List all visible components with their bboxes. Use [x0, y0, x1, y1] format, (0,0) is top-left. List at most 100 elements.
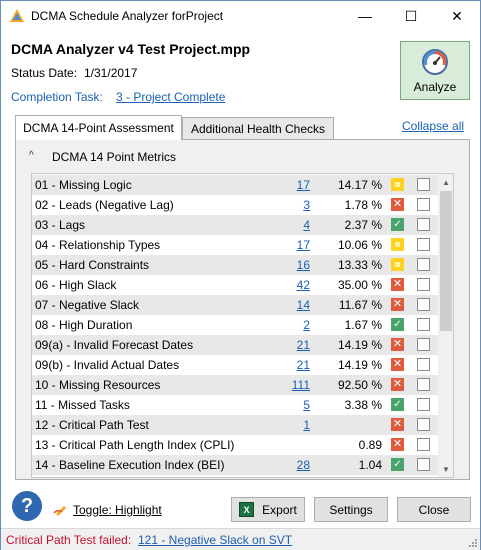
metric-checkbox[interactable] — [417, 278, 430, 291]
metric-percent: 14.17 % — [337, 178, 382, 192]
maximize-button[interactable]: ☐ — [388, 1, 434, 31]
metric-percent: 11.67 % — [338, 298, 382, 312]
analyze-button[interactable]: Analyze — [400, 41, 470, 100]
metric-checkbox[interactable] — [417, 178, 430, 191]
metric-count-link[interactable]: 28 — [297, 458, 310, 472]
scroll-up-arrow-icon[interactable]: ▲ — [438, 174, 453, 190]
table-row[interactable]: 12 - Critical Path Test 1 ✕ — [32, 415, 438, 435]
table-row[interactable]: 06 - High Slack 42 35.00 % ✕ — [32, 275, 438, 295]
metric-percent: 0.89 — [358, 438, 382, 452]
close-button[interactable]: Close — [397, 497, 471, 522]
status-date-value: 1/31/2017 — [84, 66, 138, 80]
table-row[interactable]: 01 - Missing Logic 17 14.17 % — [32, 175, 438, 195]
metric-label: 11 - Missed Tasks — [35, 398, 130, 412]
fail-status-icon: ✕ — [391, 438, 404, 451]
metric-label: 07 - Negative Slack — [35, 298, 140, 312]
settings-button[interactable]: Settings — [314, 497, 388, 522]
metric-count-link[interactable]: 3 — [303, 198, 310, 212]
metric-label: 13 - Critical Path Length Index (CPLI) — [35, 438, 235, 452]
metric-checkbox[interactable] — [417, 398, 430, 411]
metric-checkbox[interactable] — [417, 198, 430, 211]
table-row[interactable]: 13 - Critical Path Length Index (CPLI) 0.… — [32, 435, 438, 455]
completion-task-link[interactable]: 3 - Project Complete — [116, 90, 225, 104]
vertical-scrollbar[interactable]: ▲ ▼ — [438, 174, 453, 477]
metric-checkbox[interactable] — [417, 238, 430, 251]
table-row[interactable]: 14 - Baseline Execution Index (BEI) 28 1.0… — [32, 455, 438, 475]
metric-percent: 2.37 % — [344, 218, 382, 232]
table-row[interactable]: 08 - High Duration 2 1.67 % ✓ — [32, 315, 438, 335]
table-row[interactable]: 04 - Relationship Types 17 10.06 % — [32, 235, 438, 255]
metric-percent: 1.04 — [358, 458, 382, 472]
metric-count-link[interactable]: 42 — [297, 278, 310, 292]
help-icon[interactable]: ? — [12, 491, 42, 521]
app-window: DCMA Schedule Analyzer forProject — ☐ ✕ … — [0, 0, 481, 550]
minimize-button[interactable]: — — [342, 1, 388, 31]
tab-additional-health-checks[interactable]: Additional Health Checks — [182, 117, 334, 139]
metric-label: 14 - Baseline Execution Index (BEI) — [35, 458, 225, 472]
table-row[interactable]: 09(a) - Invalid Forecast Dates 21 14.19 % ✕ — [32, 335, 438, 355]
metric-count-link[interactable]: 1 — [303, 418, 310, 432]
metric-checkbox[interactable] — [417, 358, 430, 371]
metric-percent: 10.06 % — [337, 238, 382, 252]
collapse-all-link[interactable]: Collapse all — [402, 119, 464, 133]
metric-checkbox[interactable] — [417, 258, 430, 271]
metric-count-link[interactable]: 2 — [303, 318, 310, 332]
metric-percent: 3.38 % — [344, 398, 382, 412]
metric-count-link[interactable]: 16 — [297, 258, 310, 272]
metric-checkbox[interactable] — [417, 378, 430, 391]
metrics-list: 01 - Missing Logic 17 14.17 % 02 - Leads (N… — [31, 173, 454, 478]
app-logo-icon — [10, 9, 24, 22]
table-row[interactable]: 02 - Leads (Negative Lag) 3 1.78 % ✕ — [32, 195, 438, 215]
close-window-button[interactable]: ✕ — [434, 1, 480, 31]
metric-checkbox[interactable] — [417, 218, 430, 231]
metric-checkbox[interactable] — [417, 318, 430, 331]
metric-label: 02 - Leads (Negative Lag) — [35, 198, 174, 212]
metric-checkbox[interactable] — [417, 438, 430, 451]
metric-percent: 1.78 % — [344, 198, 382, 212]
metric-label: 01 - Missing Logic — [35, 178, 132, 192]
metric-count-link[interactable]: 17 — [297, 178, 310, 192]
gauge-icon — [422, 49, 448, 75]
export-label: Export — [262, 502, 297, 517]
metric-count-link[interactable]: 21 — [297, 358, 310, 372]
metric-count-link[interactable]: 14 — [297, 298, 310, 312]
table-row[interactable]: 09(b) - Invalid Actual Dates 21 14.19 % ✕ — [32, 355, 438, 375]
metric-checkbox[interactable] — [417, 458, 430, 471]
metric-count-link[interactable]: 111 — [292, 378, 310, 392]
table-row[interactable]: 10 - Missing Resources 111 92.50 % ✕ — [32, 375, 438, 395]
scroll-down-arrow-icon[interactable]: ▼ — [438, 461, 453, 477]
metric-count-link[interactable]: 21 — [297, 338, 310, 352]
metric-checkbox[interactable] — [417, 418, 430, 431]
section-collapse-chevron-icon[interactable]: ^ — [29, 150, 34, 161]
resize-grip-icon[interactable] — [468, 538, 478, 548]
metric-percent: 13.33 % — [337, 258, 382, 272]
fail-status-icon: ✕ — [391, 198, 404, 211]
tab-dcma-14-point[interactable]: DCMA 14-Point Assessment — [15, 115, 182, 140]
project-name: DCMA Analyzer v4 Test Project.mpp — [11, 41, 251, 57]
completion-task-label: Completion Task: — [11, 90, 103, 104]
metric-checkbox[interactable] — [417, 298, 430, 311]
metric-percent: 14.19 % — [337, 358, 382, 372]
toggle-highlight-link[interactable]: Toggle: Highlight — [73, 503, 162, 517]
fail-status-icon: ✕ — [391, 278, 404, 291]
metric-label: 09(a) - Invalid Forecast Dates — [35, 338, 194, 352]
metric-label: 04 - Relationship Types — [35, 238, 161, 252]
metric-count-link[interactable]: 4 — [303, 218, 310, 232]
table-row[interactable]: 11 - Missed Tasks 5 3.38 % ✓ — [32, 395, 438, 415]
scroll-thumb[interactable] — [440, 191, 452, 331]
table-row[interactable]: 05 - Hard Constraints 16 13.33 % — [32, 255, 438, 275]
status-link[interactable]: 121 - Negative Slack on SVT — [138, 533, 292, 547]
table-row[interactable]: 03 - Lags 4 2.37 % ✓ — [32, 215, 438, 235]
metric-checkbox[interactable] — [417, 338, 430, 351]
status-message: Critical Path Test failed: — [6, 533, 132, 547]
metric-count-link[interactable]: 17 — [297, 238, 310, 252]
export-button[interactable]: X Export — [231, 497, 305, 522]
metric-label: 09(b) - Invalid Actual Dates — [35, 358, 180, 372]
table-row[interactable]: 07 - Negative Slack 14 11.67 % ✕ — [32, 295, 438, 315]
metric-label: 03 - Lags — [35, 218, 86, 232]
title-bar: DCMA Schedule Analyzer forProject — ☐ ✕ — [1, 1, 480, 31]
metric-label: 10 - Missing Resources — [35, 378, 161, 392]
fail-status-icon: ✕ — [391, 358, 404, 371]
metric-count-link[interactable]: 5 — [303, 398, 310, 412]
analyze-label: Analyze — [413, 80, 457, 94]
